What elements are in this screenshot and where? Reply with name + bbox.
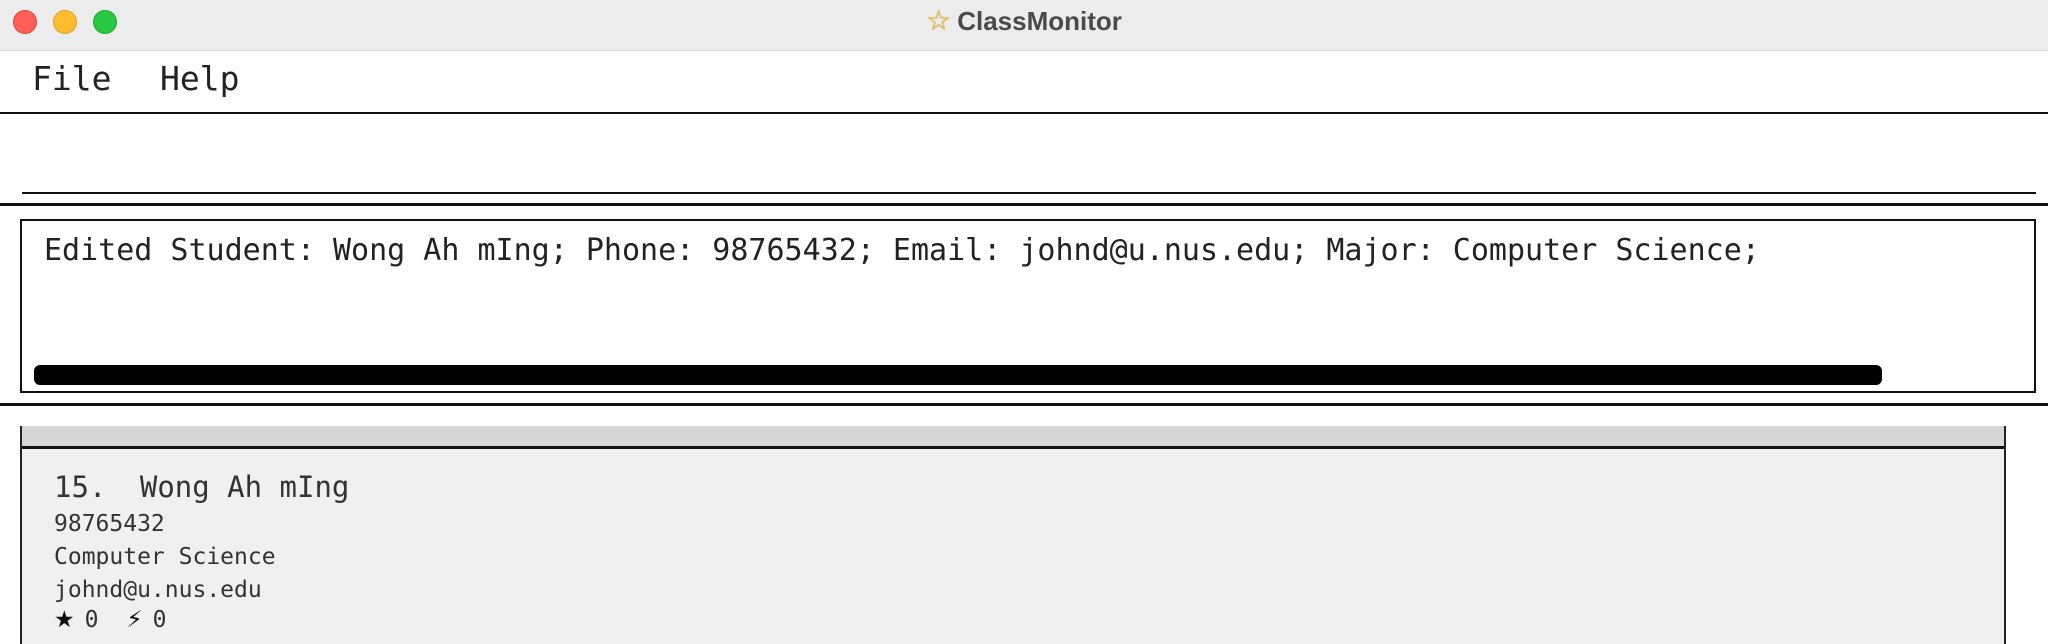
menu-bar: File Help [0, 51, 2048, 114]
divider [0, 203, 2048, 206]
student-card-header: 15. Wong Ah mIng [54, 470, 349, 504]
window-title: ClassMonitor [957, 5, 1122, 36]
command-input[interactable] [22, 118, 2036, 194]
divider [0, 403, 2048, 406]
star-icon: ★ [54, 607, 75, 633]
student-index: 15. [54, 470, 107, 504]
window-title-group: ☆ ClassMonitor [0, 4, 2048, 38]
student-major: Computer Science [54, 544, 276, 570]
menu-help[interactable]: Help [160, 59, 239, 98]
star-count: 0 [84, 607, 99, 633]
student-list-panel: 15. Wong Ah mIng 98765432 Computer Scien… [20, 426, 2006, 644]
lightning-icon: ⚡ [126, 607, 143, 633]
student-stats: ★ 0 ⚡ 0 [54, 607, 349, 633]
student-name: Wong Ah mIng [139, 470, 350, 504]
result-display: Edited Student: Wong Ah mIng; Phone: 987… [20, 219, 2036, 393]
horizontal-scrollbar[interactable] [34, 365, 1882, 385]
list-header [22, 426, 2004, 449]
menu-file[interactable]: File [32, 59, 111, 98]
star-icon: ☆ [926, 4, 952, 37]
result-text: Edited Student: Wong Ah mIng; Phone: 987… [44, 233, 1760, 268]
lightning-count: 0 [152, 607, 167, 633]
student-card[interactable]: 15. Wong Ah mIng 98765432 Computer Scien… [54, 470, 349, 633]
student-email: johnd@u.nus.edu [54, 577, 262, 603]
window-titlebar: ☆ ClassMonitor [0, 0, 2048, 51]
student-phone: 98765432 [54, 511, 165, 537]
